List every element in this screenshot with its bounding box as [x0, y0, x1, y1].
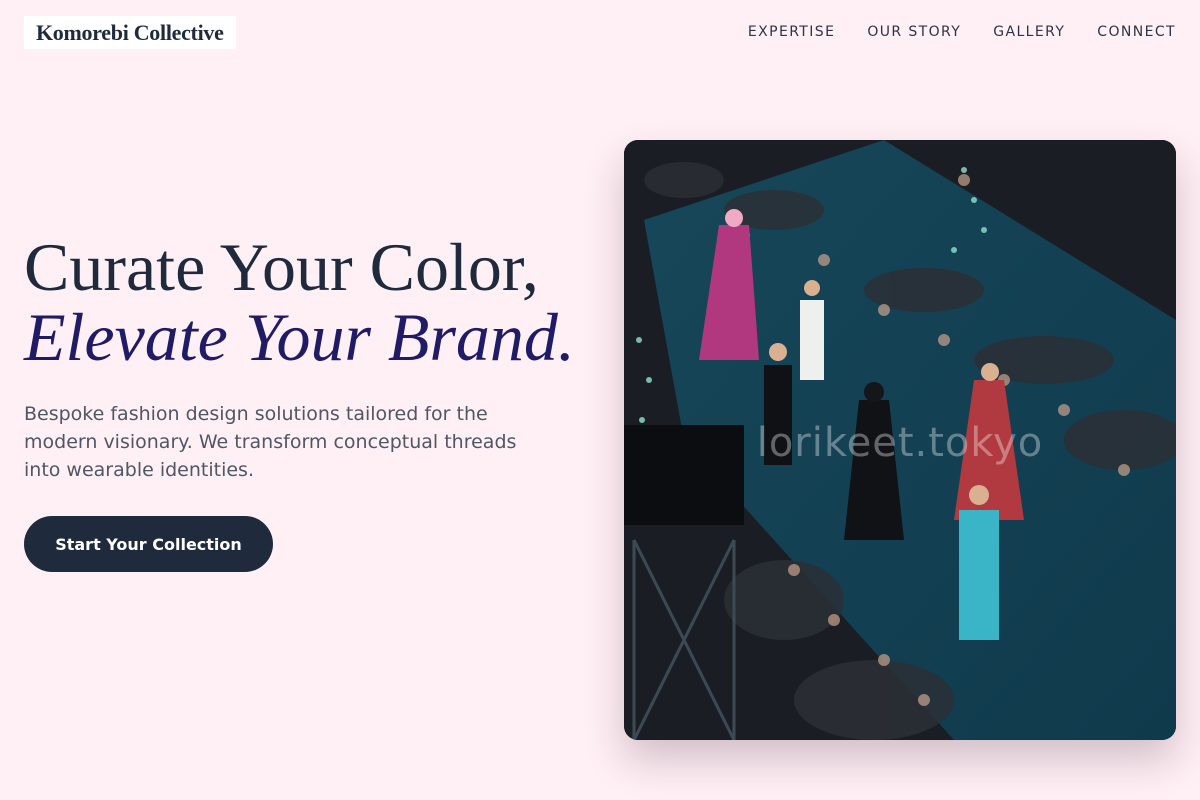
headline-line-1: Curate Your Color,	[24, 229, 539, 305]
nav-link-expertise[interactable]: EXPERTISE	[748, 24, 835, 40]
nav-link-our-story[interactable]: OUR STORY	[867, 24, 961, 40]
site-header: Komorebi Collective EXPERTISE OUR STORY …	[0, 0, 1200, 64]
hero-headline: Curate Your Color, Elevate Your Brand.	[24, 232, 604, 372]
start-collection-button[interactable]: Start Your Collection	[24, 516, 273, 572]
nav-link-gallery[interactable]: GALLERY	[993, 24, 1065, 40]
nav-link-connect[interactable]: CONNECT	[1097, 24, 1176, 40]
hero-subtitle: Bespoke fashion design solutions tailore…	[24, 403, 517, 481]
runway-photo: lorikeet.tokyo	[624, 140, 1176, 740]
headline-line-2: Elevate Your Brand.	[24, 299, 575, 375]
main-nav: EXPERTISE OUR STORY GALLERY CONNECT	[748, 24, 1176, 40]
landing-page: Komorebi Collective EXPERTISE OUR STORY …	[0, 0, 1200, 800]
brand-logo[interactable]: Komorebi Collective	[24, 15, 236, 49]
hero-section: Curate Your Color, Elevate Your Brand. B…	[24, 232, 604, 572]
image-watermark: lorikeet.tokyo	[756, 420, 1044, 466]
